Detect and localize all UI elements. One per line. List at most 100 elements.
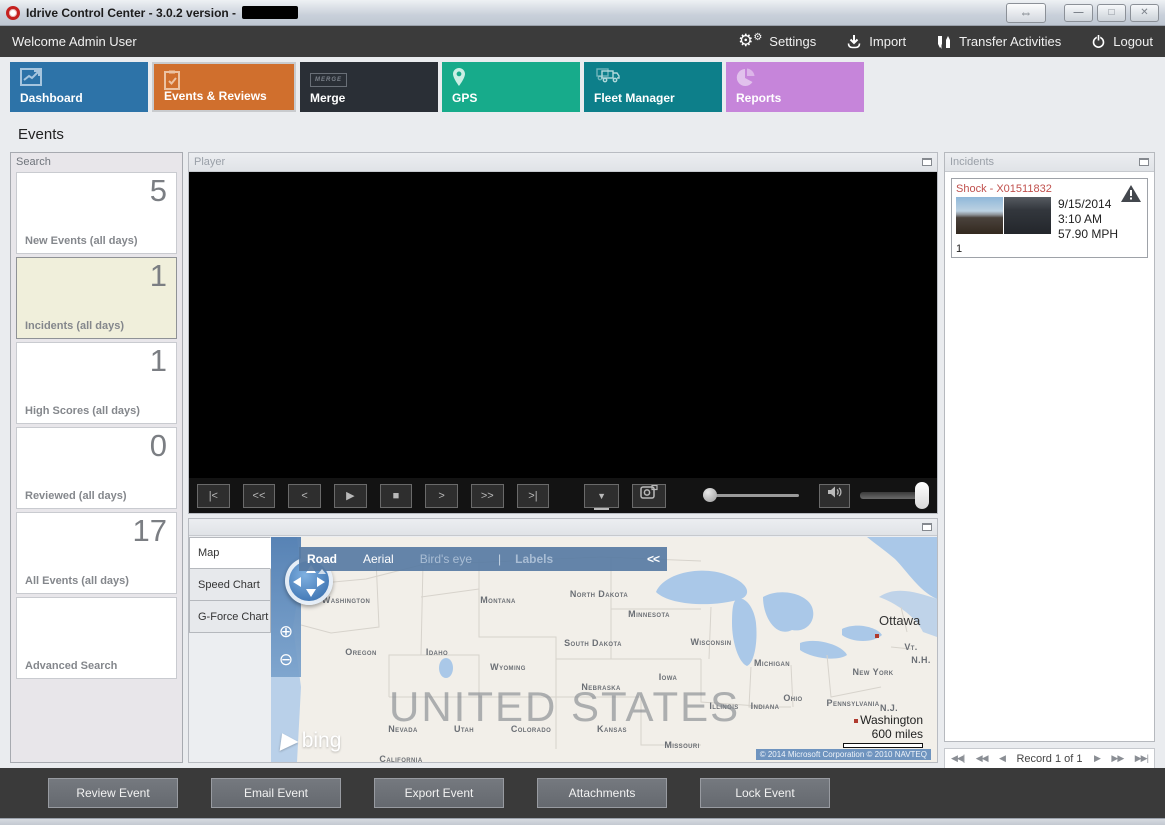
incident-card[interactable]: Shock - X01511832 9/15/2014 3:10 AM 57.9… xyxy=(951,178,1148,258)
map-view-labels[interactable]: Labels xyxy=(515,552,553,566)
maximize-panel-icon[interactable] xyxy=(922,158,932,166)
city-dot xyxy=(875,627,881,642)
download-icon xyxy=(846,34,862,49)
email-event-button[interactable]: Email Event xyxy=(211,778,341,808)
transfer-arrows-icon xyxy=(936,34,952,50)
maximize-button[interactable]: □ xyxy=(1097,3,1126,22)
record-position-label: Record 1 of 1 xyxy=(1016,752,1083,765)
state-label: Washington xyxy=(321,595,371,605)
state-label: Idaho xyxy=(425,647,449,657)
seek-slider[interactable] xyxy=(703,488,800,502)
tab-dashboard[interactable]: Dashboard xyxy=(10,62,148,112)
road-camera-thumbnail[interactable] xyxy=(956,197,1003,234)
tab-gps[interactable]: GPS xyxy=(442,62,580,112)
volume-slider[interactable] xyxy=(859,482,929,509)
review-event-button[interactable]: Review Event xyxy=(48,778,178,808)
state-label: Minnesota xyxy=(628,609,670,619)
speaker-icon xyxy=(827,486,842,497)
incidents-panel: Incidents Shock - X01511832 9/15/2014 3:… xyxy=(944,152,1155,742)
record-first-button[interactable]: ◀◀| xyxy=(951,753,965,764)
zoom-out-button[interactable]: ⊖ xyxy=(275,649,297,671)
scale-text: 600 miles xyxy=(871,727,923,741)
transfer-activities-button[interactable]: Transfer Activities xyxy=(936,34,1061,50)
camera-icon xyxy=(640,484,658,499)
footer-actions: Review Event Email Event Export Event At… xyxy=(0,768,1165,818)
tab-speed-chart[interactable]: Speed Chart xyxy=(189,569,271,601)
import-button[interactable]: Import xyxy=(846,34,906,49)
record-last-button[interactable]: ▶▶| xyxy=(1135,753,1149,764)
pan-right-arrow[interactable] xyxy=(317,577,325,587)
map-pin-icon xyxy=(452,68,466,92)
map-view-road[interactable]: Road xyxy=(307,552,337,566)
export-event-button[interactable]: Export Event xyxy=(374,778,504,808)
city-label-ottawa: Ottawa xyxy=(879,613,921,628)
close-button[interactable]: ✕ xyxy=(1130,3,1159,22)
card-incidents[interactable]: 1 Incidents (all days) xyxy=(16,257,177,339)
download-video-button[interactable]: ▼ xyxy=(584,483,619,510)
toolbar-collapse-button[interactable]: << xyxy=(647,552,660,566)
tab-fleet-manager[interactable]: Fleet Manager xyxy=(584,62,722,112)
step-back-button[interactable]: < xyxy=(288,483,321,508)
warning-icon xyxy=(1121,185,1141,207)
state-label: Indiana xyxy=(750,701,780,711)
tab-events-reviews[interactable]: Events & Reviews xyxy=(152,62,296,112)
tab-reports[interactable]: Reports xyxy=(726,62,864,112)
card-all-events[interactable]: 17 All Events (all days) xyxy=(16,512,177,594)
tab-merge[interactable]: MERGE Merge xyxy=(300,62,438,112)
skip-last-button[interactable]: >| xyxy=(516,483,550,508)
stop-button[interactable]: ■ xyxy=(379,483,413,508)
chart-line-icon xyxy=(20,68,42,91)
play-button[interactable]: ▶ xyxy=(333,483,367,508)
city-label-washington: Washington xyxy=(860,713,923,727)
maximize-panel-icon[interactable] xyxy=(1139,158,1149,166)
maximize-panel-icon[interactable] xyxy=(922,523,932,531)
minimize-button[interactable]: — xyxy=(1064,3,1093,22)
seek-slider-thumb[interactable] xyxy=(703,488,718,502)
snapshot-button[interactable] xyxy=(631,483,667,508)
skip-first-button[interactable]: |< xyxy=(197,483,230,508)
bing-map[interactable]: Washington Montana North Dakota Minnesot… xyxy=(271,537,937,762)
lock-event-button[interactable]: Lock Event xyxy=(700,778,830,808)
state-label: N.H. xyxy=(911,655,931,665)
record-next-button[interactable]: ▶ xyxy=(1094,753,1101,764)
state-label: Vt. xyxy=(904,642,918,652)
redacted-text xyxy=(242,6,299,19)
record-navigator: ◀◀| ◀◀ ◀ Record 1 of 1 ▶ ▶▶ ▶▶| xyxy=(944,748,1155,769)
map-view-birdseye[interactable]: Bird's eye xyxy=(420,552,472,566)
video-display xyxy=(189,172,937,478)
map-view-aerial[interactable]: Aerial xyxy=(363,552,394,566)
scale-bar xyxy=(843,743,923,748)
mute-button[interactable] xyxy=(819,483,850,508)
step-forward-button[interactable]: > xyxy=(425,483,458,508)
cabin-camera-thumbnail[interactable] xyxy=(1004,197,1051,234)
rewind-button[interactable]: << xyxy=(242,483,276,508)
state-label: Michigan xyxy=(753,658,791,668)
map-scale: Washington 600 miles xyxy=(843,713,923,748)
resize-button[interactable]: ⇔ xyxy=(1006,2,1046,23)
trucks-icon xyxy=(594,68,620,90)
gear-icon: ⚙⚙ xyxy=(738,31,763,51)
card-high-scores[interactable]: 1 High Scores (all days) xyxy=(16,342,177,424)
state-label: Pennsylvania xyxy=(826,698,880,708)
record-next-page-button[interactable]: ▶▶ xyxy=(1111,753,1124,764)
tab-gforce-chart[interactable]: G-Force Chart xyxy=(189,601,271,633)
pan-left-arrow[interactable] xyxy=(293,577,301,587)
settings-button[interactable]: ⚙⚙ Settings xyxy=(738,33,816,50)
player-panel: Player |< << < ▶ ■ > >> >| ▼ xyxy=(188,152,938,514)
pan-down-arrow[interactable] xyxy=(306,589,316,597)
main-tabs: Dashboard Events & Reviews MERGE Merge G… xyxy=(10,62,864,114)
card-reviewed[interactable]: 0 Reviewed (all days) xyxy=(16,427,177,509)
tab-map[interactable]: Map xyxy=(189,537,271,569)
state-label: California xyxy=(379,754,423,762)
volume-slider-thumb[interactable] xyxy=(914,482,929,509)
card-new-events[interactable]: 5 New Events (all days) xyxy=(16,172,177,254)
fast-forward-button[interactable]: >> xyxy=(470,483,504,508)
record-prev-page-button[interactable]: ◀◀ xyxy=(976,753,989,764)
state-label: Wisconsin xyxy=(690,637,732,647)
zoom-in-button[interactable]: ⊕ xyxy=(275,621,297,643)
card-advanced-search[interactable]: Advanced Search xyxy=(16,597,177,679)
attachments-button[interactable]: Attachments xyxy=(537,778,667,808)
logout-button[interactable]: Logout xyxy=(1091,34,1153,49)
record-prev-button[interactable]: ◀ xyxy=(999,753,1006,764)
state-label: New York xyxy=(852,667,894,677)
